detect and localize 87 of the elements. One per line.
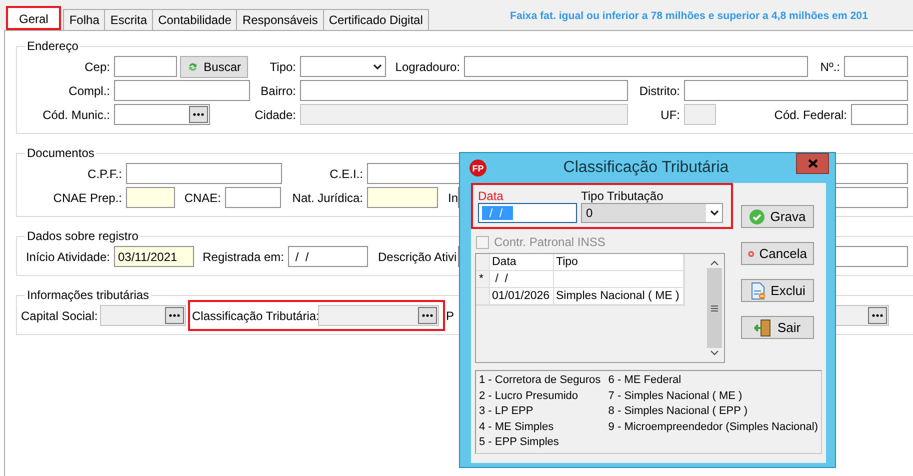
field-label: Compl.: [68, 84, 111, 98]
app-logo: FP [469, 159, 487, 177]
field-label: Tipo Tributação [581, 189, 664, 203]
field-label: Bairro: [260, 84, 297, 98]
table-cell: / / [490, 271, 554, 288]
arrow-down-icon[interactable] [710, 350, 719, 356]
text-field[interactable] [114, 80, 250, 101]
table-cell: Simples Nacional ( ME ) [554, 288, 684, 305]
text-field[interactable]: / / [288, 246, 368, 267]
field-label: Descrição Ativi [377, 250, 458, 264]
door-icon [754, 318, 772, 336]
ellipsis-icon [193, 113, 204, 116]
ellipsis-icon [169, 314, 180, 317]
field-label: Cód. Munic.: [42, 108, 111, 122]
tab[interactable]: Certificado Digital [322, 9, 429, 30]
delete-button[interactable]: Exclui [741, 279, 814, 302]
field-label: Registrada em: [202, 250, 285, 264]
close-button[interactable] [796, 153, 829, 174]
field-label: Data [478, 189, 504, 203]
text-field[interactable] [684, 80, 908, 101]
field-label: Nat. Jurídica: [291, 190, 364, 204]
column-header: Data [490, 254, 554, 271]
field-label: CNAE Prep.: [52, 190, 123, 204]
check-icon [749, 208, 766, 224]
tab[interactable]: Folha [63, 9, 106, 30]
text-field[interactable] [367, 187, 438, 208]
legend-item: 5 - EPP Simples [479, 435, 560, 450]
ellipsis-icon [872, 314, 883, 317]
dialog-title: Classificação Tributária [562, 159, 730, 177]
chevron-down-icon [373, 64, 382, 70]
text-field[interactable] [464, 56, 808, 77]
tab[interactable]: Geral [6, 6, 62, 30]
exit-button[interactable]: Sair [741, 316, 814, 339]
field-label: Cidade: [254, 108, 297, 122]
grip-icon [711, 304, 718, 312]
field-label: Logradouro: [394, 60, 461, 74]
lookup-button[interactable] [189, 106, 208, 123]
arrow-up-icon[interactable] [710, 260, 719, 266]
checkbox-label: Contr. Patronal INSS [494, 235, 606, 249]
field-label: P [445, 308, 456, 322]
lookup-field[interactable] [114, 104, 210, 125]
field-label: Capital Social: [21, 308, 99, 322]
legend-item: 6 - ME Federal [608, 373, 682, 388]
document-icon [750, 282, 766, 300]
legend-item: 1 - Corretora de Seguros [479, 373, 602, 388]
field-label: Tipo: [268, 60, 297, 74]
notice-text: Faixa fat. igual ou inferior a 78 milhões e superior a 4,8 milhões em 201 [510, 10, 868, 22]
legend-item: 4 - ME Simples [479, 420, 555, 434]
legend-item: 8 - Simples Nacional ( EPP ) [608, 404, 748, 419]
group-title: Documentos [26, 146, 96, 160]
ellipsis-icon [422, 314, 433, 317]
save-button[interactable]: Grava [741, 205, 814, 228]
search-button[interactable]: Buscar [180, 56, 248, 78]
field-label: UF: [660, 108, 681, 122]
row-marker: * [476, 271, 490, 288]
group-title: Endereço [26, 39, 80, 53]
dropdown-field[interactable]: 0 [581, 203, 723, 223]
close-icon [808, 159, 818, 168]
field-label: Cód. Federal: [773, 108, 848, 122]
field-label: Cep: [84, 60, 111, 74]
text-field[interactable] [225, 187, 281, 208]
cancel-button[interactable]: Cancela [741, 242, 814, 265]
text-field[interactable] [300, 80, 628, 101]
field-label: In [447, 190, 458, 204]
legend-item: 3 - LP EPP [479, 404, 534, 419]
field-label: Início Atividade: [24, 250, 111, 264]
legend-item: 9 - Microempreendedor (Simples Nacional) [608, 420, 818, 434]
field-label: Distrito: [638, 84, 681, 98]
column-header: Tipo [554, 254, 684, 271]
text-field[interactable] [126, 187, 175, 208]
table-cell: 01/01/2026 [490, 288, 554, 305]
legend-item: 7 - Simples Nacional ( ME ) [608, 388, 744, 404]
chevron-down-icon [710, 210, 718, 216]
text-field[interactable]: 03/11/2021 [114, 246, 194, 267]
field-label: C.E.I.: [328, 166, 364, 180]
field-label: CNAE: [183, 190, 222, 204]
text-field[interactable] [126, 163, 282, 184]
field-label: Nº.: [819, 60, 841, 74]
group-title: Dados sobre registro [26, 229, 140, 243]
text-field[interactable] [114, 56, 177, 77]
text-field[interactable] [844, 56, 908, 77]
group-title: Informações tributárias [26, 288, 150, 302]
field-label: Classificação Tributária: [192, 308, 318, 322]
text-field[interactable] [851, 104, 908, 125]
field-label: C.P.F.: [86, 166, 123, 180]
dropdown-field[interactable] [300, 56, 386, 77]
legend-item: 2 - Lucro Presumido [479, 388, 580, 404]
